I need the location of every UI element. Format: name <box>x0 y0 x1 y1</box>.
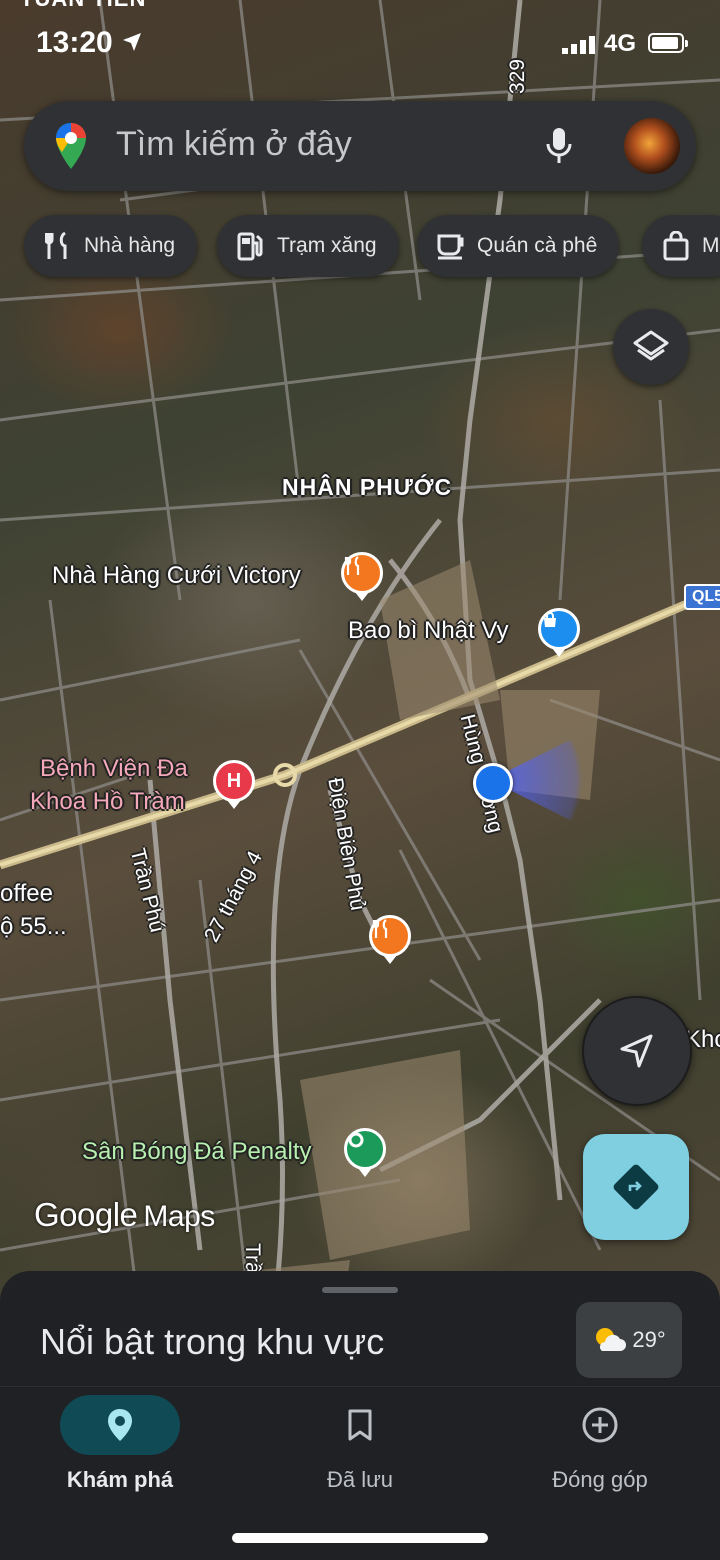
coffee-cup-icon <box>435 230 467 262</box>
street-label-tran-bottom: Trầ <box>241 1243 264 1274</box>
chip-restaurants[interactable]: Nhà hàng <box>24 215 198 277</box>
place-label-bao-bi[interactable]: Bao bì Nhật Vy <box>348 617 509 645</box>
my-location-button[interactable] <box>582 996 692 1106</box>
mic-icon[interactable] <box>544 126 574 166</box>
explore-bottom-sheet[interactable]: Nổi bật trong khu vực 29° <box>0 1271 720 1401</box>
chip-shopping[interactable]: M <box>642 215 720 277</box>
google-maps-logo: Google Maps <box>34 1196 215 1233</box>
place-label-victory[interactable]: Nhà Hàng Cưới Victory <box>52 562 301 590</box>
place-label-hospital-line2[interactable]: Khoa Hồ Tràm <box>30 788 185 816</box>
highway-badge: QL5 <box>684 584 720 610</box>
category-chips: Nhà hàng Trạm xăng Quán cà phê M <box>24 215 720 277</box>
place-label-coffee-line1[interactable]: offee <box>0 880 53 908</box>
status-time: 13:20 <box>36 26 113 59</box>
tab-saved[interactable]: Đã lưu <box>240 1387 480 1507</box>
google-maps-pin-icon <box>56 123 86 169</box>
tab-explore[interactable]: Khám phá <box>0 1387 240 1507</box>
sheet-drag-handle[interactable] <box>322 1287 398 1293</box>
location-arrow-icon <box>123 33 141 51</box>
search-placeholder[interactable]: Tìm kiếm ở đây <box>116 125 352 164</box>
place-label-hospital-line1[interactable]: Bệnh Viện Đa <box>40 755 188 783</box>
profile-avatar[interactable] <box>624 118 680 174</box>
place-label-coffee-line2[interactable]: ộ 55... <box>0 913 67 941</box>
signal-icon <box>562 36 595 54</box>
battery-icon <box>648 33 688 53</box>
home-indicator[interactable] <box>232 1533 488 1543</box>
gas-station-icon <box>235 230 267 262</box>
carrier-label: TUẤN TIẾN <box>20 0 146 12</box>
shopping-pin-icon[interactable] <box>538 608 580 657</box>
directions-icon <box>611 1162 661 1212</box>
restaurant-pin-icon[interactable] <box>369 915 411 964</box>
explore-pin-icon <box>60 1395 180 1455</box>
layers-button[interactable] <box>613 309 689 385</box>
bookmark-icon <box>300 1395 420 1455</box>
network-type: 4G <box>604 30 637 57</box>
hospital-pin-icon[interactable]: H <box>213 760 255 809</box>
status-bar: TUẤN TIẾN 13:20 4G <box>0 0 720 80</box>
my-location-dot <box>473 763 513 803</box>
restaurant-pin-icon[interactable] <box>341 552 383 601</box>
weather-badge[interactable]: 29° <box>576 1302 682 1378</box>
place-label-football[interactable]: Sân Bóng Đá Penalty <box>82 1138 312 1166</box>
add-circle-icon <box>540 1395 660 1455</box>
tab-contribute[interactable]: Đóng góp <box>480 1387 720 1507</box>
directions-button[interactable] <box>583 1134 689 1240</box>
park-pin-icon[interactable] <box>344 1128 386 1177</box>
area-label: NHÂN PHƯỚC <box>282 474 453 500</box>
search-bar[interactable]: Tìm kiếm ở đây <box>24 101 696 191</box>
fork-knife-icon <box>42 230 74 262</box>
shopping-bag-icon <box>660 230 692 262</box>
chip-gas-stations[interactable]: Trạm xăng <box>217 215 399 277</box>
sheet-title: Nổi bật trong khu vực <box>40 1321 385 1362</box>
partly-sunny-icon <box>596 1328 627 1351</box>
layers-icon <box>633 330 669 361</box>
chip-cafes[interactable]: Quán cà phê <box>417 215 620 277</box>
navigation-arrow-icon <box>620 1034 653 1068</box>
